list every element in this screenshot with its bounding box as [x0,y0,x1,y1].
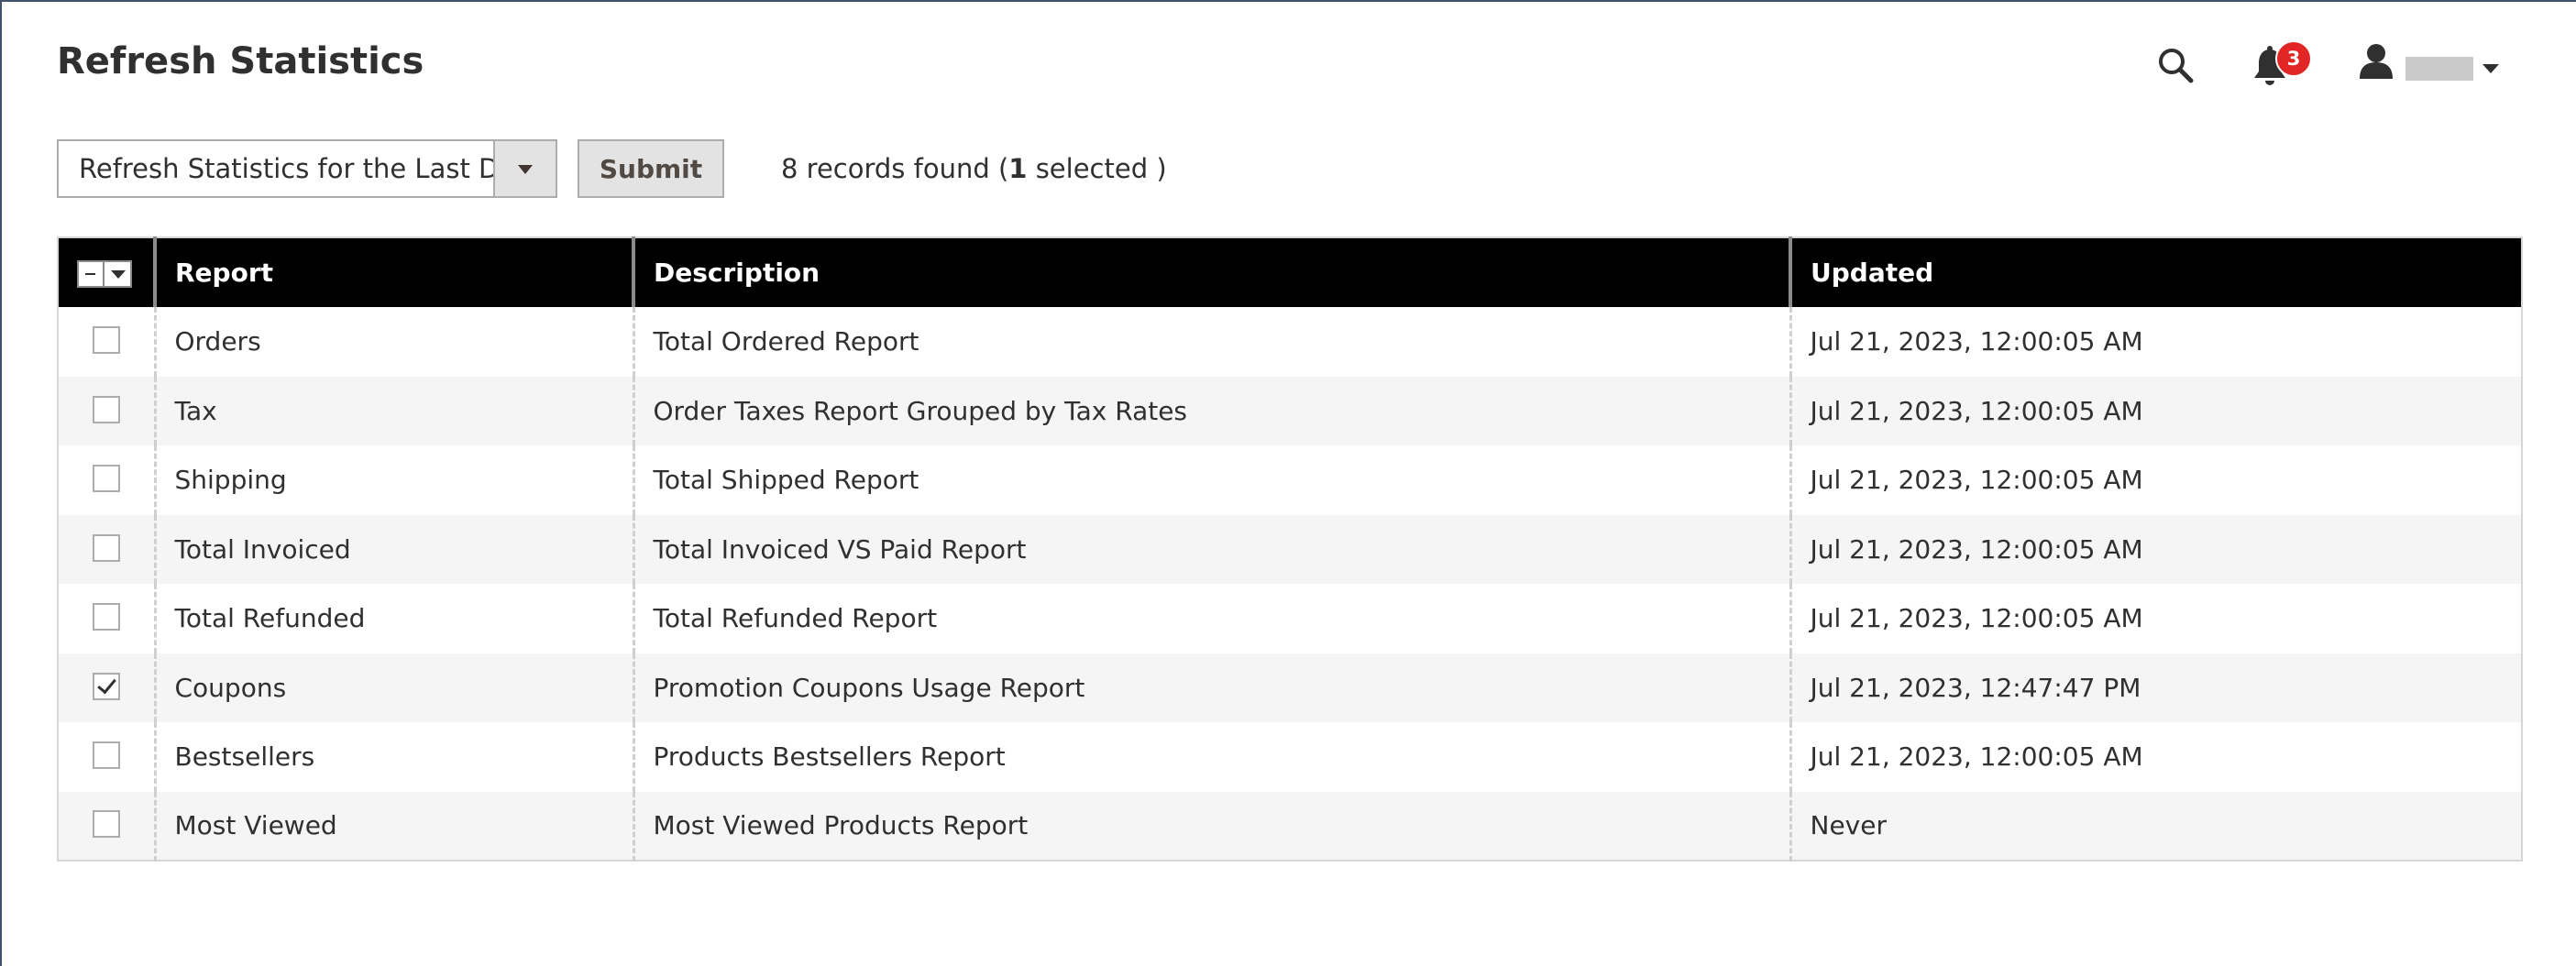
updated-cell: Jul 21, 2023, 12:00:05 AM [1789,307,2522,377]
row-select-cell [58,722,155,792]
row-select-cell [58,307,155,377]
header-actions: 3 [2147,38,2514,93]
row-select-cell [58,791,155,861]
column-header-description: Description [632,237,1790,307]
column-header-report: Report [153,237,633,307]
grid-header-row: Report Description Updated [58,237,2522,307]
report-cell: Tax [153,376,633,445]
report-cell: Shipping [153,445,633,515]
submit-button[interactable]: Submit [578,139,724,198]
user-menu[interactable] [2358,42,2514,88]
table-row[interactable]: Most Viewed Most Viewed Products Report Ne… [58,791,2522,861]
table-row[interactable]: Total Refunded Total Refunded Report Jul 2… [58,584,2522,653]
mass-select-dropdown[interactable] [77,260,132,288]
report-cell: Most Viewed [153,791,633,861]
row-checkbox[interactable] [92,810,120,839]
records-found-text: 8 records found (1 selected ) [781,139,1167,198]
row-select-cell [58,376,155,445]
grid-body: Orders Total Ordered Report Jul 21, 2023, … [58,307,2522,861]
table-row[interactable]: Tax Order Taxes Report Grouped by Tax Rat… [58,376,2522,445]
row-checkbox[interactable] [92,603,120,631]
updated-cell: Jul 21, 2023, 12:00:05 AM [1789,445,2522,515]
updated-cell: Jul 21, 2023, 12:00:05 AM [1789,514,2522,584]
row-select-cell [58,584,155,653]
description-cell: Order Taxes Report Grouped by Tax Rates [632,376,1790,445]
table-row[interactable]: Coupons Promotion Coupons Usage Report Jul… [58,653,2522,722]
page-title: Refresh Statistics [57,40,424,82]
updated-cell: Jul 21, 2023, 12:00:05 AM [1789,722,2522,792]
report-cell: Orders [153,307,633,377]
records-count-text: 8 records found ( [781,153,1009,184]
description-cell: Promotion Coupons Usage Report [632,653,1790,722]
notification-count-badge[interactable]: 3 [2275,40,2312,77]
row-checkbox[interactable] [92,395,120,423]
chevron-down-icon[interactable] [105,262,130,286]
mass-select-header [58,237,155,307]
updated-cell: Never [1789,791,2522,861]
table-row[interactable]: Shipping Total Shipped Report Jul 21, 2023… [58,445,2522,515]
row-select-cell [58,653,155,722]
report-cell: Total Refunded [153,584,633,653]
refresh-statistics-page: Refresh Statistics 3 Refresh Statistics … [2,2,2576,966]
row-select-cell [58,514,155,584]
row-checkbox[interactable] [92,326,120,355]
statistics-action-select-value: Refresh Statistics for the Last Day [79,153,532,184]
search-icon [2159,49,2194,83]
row-checkbox[interactable] [92,465,120,493]
updated-cell: Jul 21, 2023, 12:00:05 AM [1789,376,2522,445]
updated-cell: Jul 21, 2023, 12:47:47 PM [1789,653,2522,722]
statistics-action-select[interactable]: Refresh Statistics for the Last Day [57,139,557,198]
table-row[interactable]: Total Invoiced Total Invoiced VS Paid Rep… [58,514,2522,584]
user-icon [2360,44,2393,79]
row-checkbox[interactable] [92,741,120,770]
user-name-redacted [2405,57,2473,81]
description-cell: Total Ordered Report [632,307,1790,377]
report-cell: Bestsellers [153,722,633,792]
description-cell: Total Shipped Report [632,445,1790,515]
selected-suffix: selected ) [1027,153,1167,184]
description-cell: Products Bestsellers Report [632,722,1790,792]
chevron-down-icon [2482,64,2499,73]
description-cell: Total Refunded Report [632,584,1790,653]
updated-cell: Jul 21, 2023, 12:00:05 AM [1789,584,2522,653]
table-row[interactable]: Orders Total Ordered Report Jul 21, 2023, … [58,307,2522,377]
statistics-grid: Report Description Updated Orders Total O… [57,236,2523,862]
selected-count: 1 [1008,153,1028,184]
description-cell: Most Viewed Products Report [632,791,1790,861]
select-dropdown-toggle[interactable] [493,141,556,196]
row-checkbox[interactable] [92,533,120,562]
chevron-down-icon [518,165,533,174]
report-cell: Coupons [153,653,633,722]
row-select-cell [58,445,155,515]
report-cell: Total Invoiced [153,514,633,584]
mass-select-checkbox[interactable] [79,262,105,286]
row-checkbox[interactable] [92,672,120,700]
table-row[interactable]: Bestsellers Products Bestsellers Report Ju… [58,722,2522,792]
description-cell: Total Invoiced VS Paid Report [632,514,1790,584]
column-header-updated: Updated [1789,237,2522,307]
search-button[interactable] [2156,46,2196,86]
